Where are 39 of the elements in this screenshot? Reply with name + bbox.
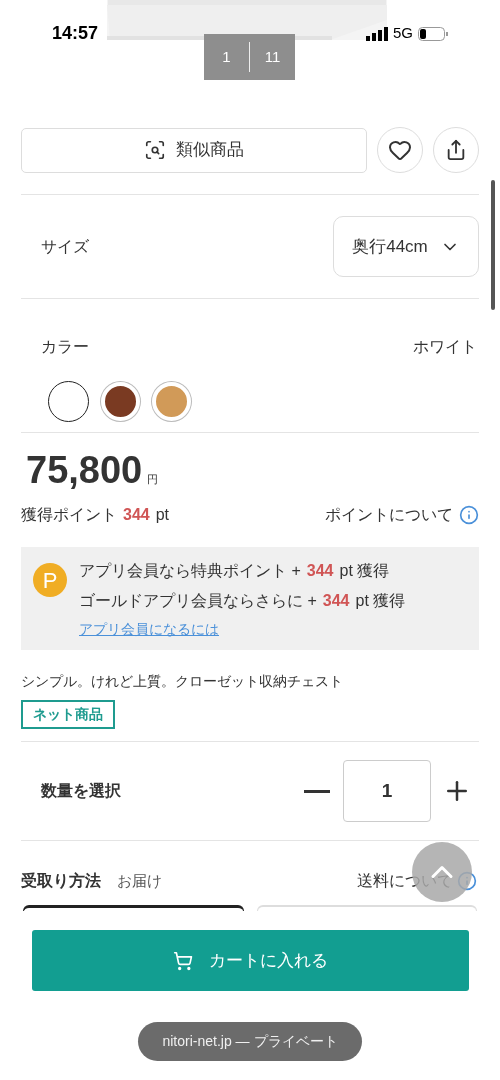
currency-unit: 円 [147, 471, 159, 487]
product-description: シンプル。けれど上質。クローゼット収納チェスト [21, 673, 344, 691]
points-label: 獲得ポイント [21, 505, 117, 525]
similar-items-button[interactable]: 類似商品 [21, 127, 367, 173]
net-item-tag: ネット商品 [21, 700, 115, 730]
heart-icon [388, 138, 412, 162]
selected-color-name: ホワイト [413, 337, 478, 357]
status-time: 14:57 [52, 22, 99, 45]
size-dropdown[interactable]: 奥行44cm [333, 216, 479, 277]
promo-suffix: pt 獲得 [355, 591, 406, 611]
color-swatch[interactable] [48, 381, 89, 422]
promo-suffix: pt 獲得 [339, 561, 390, 581]
url-bar[interactable]: nitori-net.jp — プライベート [138, 1022, 362, 1061]
points-info-link[interactable]: ポイントについて [325, 503, 479, 527]
delivery-label: 受取り方法 [21, 871, 101, 892]
promo-points-value: 344 [322, 591, 350, 611]
promo-text: ゴールドアプリ会員ならさらに + [79, 591, 317, 611]
promo-points-value: 344 [306, 561, 334, 581]
current-image-number: 1 [221, 46, 232, 67]
minus-icon [304, 789, 330, 793]
cart-icon [172, 950, 193, 971]
points-value: 344 [123, 505, 150, 525]
network-type: 5G [393, 23, 413, 44]
quantity-field[interactable]: 1 [343, 760, 431, 823]
delivery-method: お届け [117, 871, 162, 891]
delivery-option-tab[interactable] [23, 905, 244, 912]
price: 75,800 [26, 451, 143, 489]
signal-icon [366, 26, 388, 41]
size-label: サイズ [41, 236, 89, 257]
total-image-count: 11 [263, 46, 282, 67]
quantity-label: 数量を選択 [41, 781, 121, 802]
share-icon [445, 139, 467, 161]
points-coin-icon: P [33, 563, 67, 597]
color-label: カラー [41, 337, 89, 357]
scan-icon [144, 139, 166, 161]
battery-icon [418, 26, 448, 41]
info-icon [459, 505, 479, 525]
promo-text: アプリ会員なら特典ポイント + [79, 561, 301, 581]
points-unit: pt [155, 505, 170, 525]
